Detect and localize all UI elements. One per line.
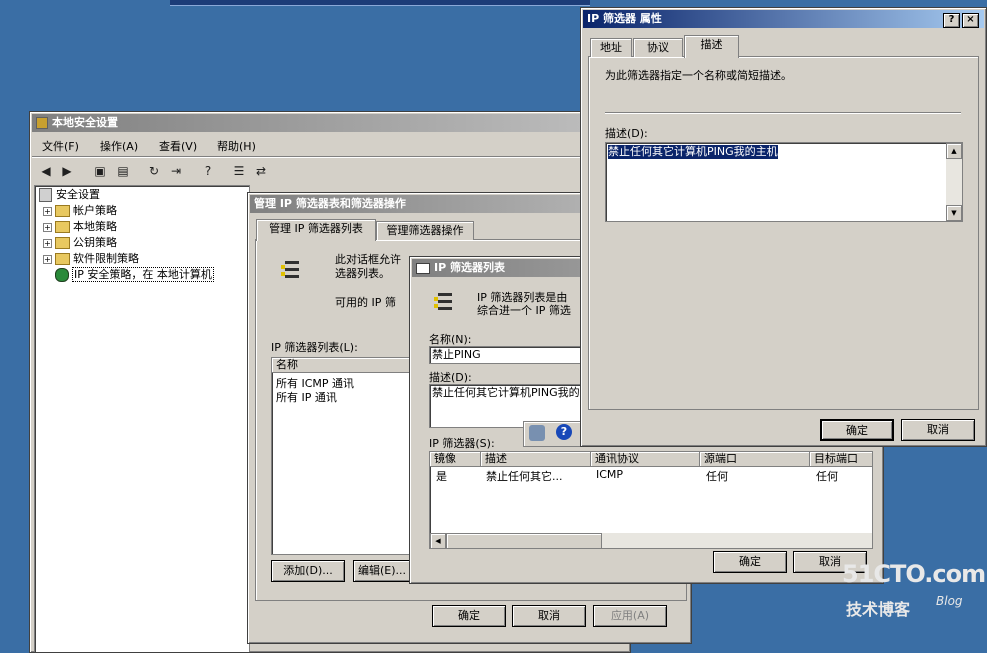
table-row[interactable]: 是 禁止任何其它... ICMP 任何 任何	[430, 468, 872, 483]
horizontal-scrollbar[interactable]: ◀	[430, 533, 872, 548]
filter-properties-titlebar[interactable]: IP 筛选器 属性	[583, 10, 984, 28]
export-list-icon[interactable]: ⇥	[167, 162, 185, 180]
tree-item-software-restriction[interactable]: + 软件限制策略	[43, 251, 139, 267]
ip-filters-table[interactable]: 镜像 描述 通讯协议 源端口 目标端口 是 禁止任何其它... ICMP 任何 …	[429, 451, 873, 549]
tree-item-public-key-policy[interactable]: + 公钥策略	[43, 235, 117, 251]
tree-item-account-policy[interactable]: + 帐户策略	[43, 203, 117, 219]
manage-cancel-button[interactable]: 取消	[512, 605, 586, 627]
manage-filters-title: 管理 IP 筛选器表和筛选器操作	[254, 197, 406, 210]
expand-icon[interactable]: +	[43, 206, 52, 216]
manage-apply-button[interactable]: 应用(A)	[593, 605, 667, 627]
ip-security-icon	[55, 268, 69, 282]
description-label: 描述(D):	[429, 371, 472, 384]
tree-pane[interactable]: 安全设置 + 帐户策略 + 本地策略 + 公钥策略 + 软件限制策略 IP 安全策略，在…	[34, 185, 250, 652]
tree-item-ip-security[interactable]: IP 安全策略，在 本地计算机	[55, 267, 214, 283]
toolbar-separator	[32, 156, 592, 158]
up-folder-icon[interactable]: ▣	[91, 162, 109, 180]
ip-filters-label: IP 筛选器(S):	[429, 437, 495, 450]
manage-intro-line2: 选器列表。	[335, 267, 390, 280]
tab-address[interactable]: 地址	[590, 38, 632, 57]
taskbar-fragment	[170, 0, 590, 6]
menu-file[interactable]: 文件(F)	[42, 138, 79, 154]
properties-icon[interactable]: ☰	[230, 162, 248, 180]
mirror-icon[interactable]	[529, 425, 545, 441]
vertical-scrollbar[interactable]: ▲ ▼	[946, 143, 962, 221]
show-tree-icon[interactable]: ▤	[114, 162, 132, 180]
available-filters-text: 可用的 IP 筛	[335, 296, 396, 309]
filter-list-icon	[434, 291, 460, 317]
filter-properties-window: IP 筛选器 属性 ? × 地址 协议 描述 为此筛选器指定一个名称或简短描述。…	[580, 7, 987, 447]
lock-icon	[36, 117, 48, 129]
expand-icon[interactable]: +	[43, 254, 52, 264]
cell-mirror: 是	[436, 470, 447, 483]
manage-ok-button[interactable]: 确定	[432, 605, 506, 627]
tree-item-local-policy[interactable]: + 本地策略	[43, 219, 117, 235]
filter-list-icon	[281, 259, 307, 285]
close-icon[interactable]: ×	[962, 13, 979, 28]
filter-list-box[interactable]: 名称 所有 ICMP 通讯 所有 IP 通讯	[271, 357, 423, 555]
col-dest-port-header[interactable]: 目标端口	[810, 452, 872, 467]
watermark-brand: 51CTO.com	[842, 560, 986, 588]
separator-line	[605, 112, 961, 114]
properties-description-label: 描述(D):	[605, 127, 648, 140]
security-settings-icon	[39, 188, 52, 202]
watermark: 51CTO.com 技术博客 Blog	[842, 560, 986, 630]
filter-list-label: IP 筛选器列表(L):	[271, 341, 358, 354]
folder-icon	[55, 253, 70, 265]
col-mirror-header[interactable]: 镜像	[430, 452, 481, 467]
scroll-thumb[interactable]	[446, 533, 602, 548]
tab-protocol[interactable]: 协议	[633, 38, 683, 57]
filter-list-intro-line2: 综合进一个 IP 筛选	[477, 304, 571, 317]
description-instruction: 为此筛选器指定一个名称或简短描述。	[605, 69, 792, 82]
back-arrow-icon[interactable]: ◀	[37, 162, 55, 180]
add-filter-button[interactable]: 添加(D)...	[271, 560, 345, 582]
scroll-down-icon[interactable]: ▼	[946, 205, 962, 221]
help-circle-icon[interactable]: ?	[556, 424, 572, 440]
help-icon[interactable]: ?	[199, 162, 217, 180]
menu-bar: 文件(F) 操作(A) 查看(V) 帮助(H)	[32, 134, 592, 154]
forward-arrow-icon[interactable]: ▶	[58, 162, 76, 180]
local-security-titlebar[interactable]: 本地安全设置	[32, 114, 628, 132]
watermark-blog: Blog	[936, 594, 963, 608]
cell-source-port: 任何	[706, 470, 728, 483]
col-description-header[interactable]: 描述	[481, 452, 591, 467]
menu-view[interactable]: 查看(V)	[159, 138, 197, 154]
scroll-up-icon[interactable]: ▲	[946, 143, 962, 159]
filter-properties-title: IP 筛选器 属性	[587, 12, 662, 25]
col-name-header[interactable]: 名称	[272, 358, 422, 373]
properties-ok-button[interactable]: 确定	[820, 419, 894, 441]
folder-icon	[55, 205, 70, 217]
edit-filter-button[interactable]: 编辑(E)...	[353, 560, 411, 582]
menu-help[interactable]: 帮助(H)	[217, 138, 256, 154]
folder-icon	[55, 221, 70, 233]
assign-icon[interactable]: ⇄	[252, 162, 270, 180]
name-label: 名称(N):	[429, 333, 472, 346]
properties-description-textarea[interactable]: 禁止任何其它计算机PING我的主机 ▲ ▼	[605, 142, 963, 222]
menu-action[interactable]: 操作(A)	[100, 138, 138, 154]
col-protocol-header[interactable]: 通讯协议	[591, 452, 700, 467]
tab-description[interactable]: 描述	[684, 35, 739, 58]
properties-cancel-button[interactable]: 取消	[901, 419, 975, 441]
cell-dest-port: 任何	[816, 470, 838, 483]
refresh-icon[interactable]: ↻	[145, 162, 163, 180]
folder-icon	[55, 237, 70, 249]
filter-list-window-icon	[416, 262, 430, 274]
tab-manage-filter-lists[interactable]: 管理 IP 筛选器列表	[256, 219, 376, 241]
filter-row-ip[interactable]: 所有 IP 通讯	[276, 389, 337, 405]
watermark-sub: 技术博客	[846, 600, 911, 619]
filter-list-title: IP 筛选器列表	[434, 261, 505, 274]
cell-description: 禁止任何其它...	[486, 470, 563, 483]
tab-manage-filter-actions[interactable]: 管理筛选器操作	[376, 221, 474, 240]
selected-description-text: 禁止任何其它计算机PING我的主机	[608, 145, 778, 159]
filter-list-ok-button[interactable]: 确定	[713, 551, 787, 573]
cell-protocol: ICMP	[596, 468, 624, 481]
expand-icon[interactable]: +	[43, 222, 52, 232]
tree-item-security-settings[interactable]: 安全设置	[39, 187, 100, 203]
properties-tab-panel	[588, 56, 979, 410]
col-source-port-header[interactable]: 源端口	[700, 452, 810, 467]
local-security-title: 本地安全设置	[52, 116, 118, 129]
help-question-icon[interactable]: ?	[943, 13, 960, 28]
scroll-left-icon[interactable]: ◀	[430, 533, 446, 548]
expand-icon[interactable]: +	[43, 238, 52, 248]
